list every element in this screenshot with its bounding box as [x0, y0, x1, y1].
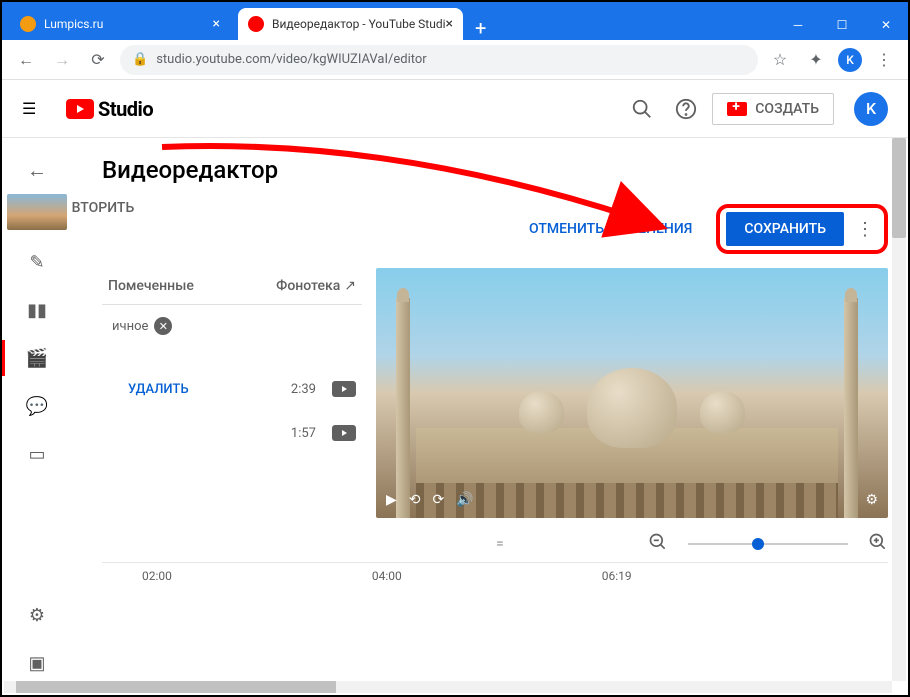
more-icon[interactable]: ⋮ [852, 219, 878, 240]
sidebar: ← ✎ ▮▮ 🎬 💬 ▭ ⚙ ▣ [2, 138, 72, 685]
video-thumbnail[interactable] [7, 194, 67, 230]
actions-row: ОТМЕНИТЬ ИЗМЕНЕНИЯ СОХРАНИТЬ ⋮ [102, 204, 888, 254]
video-preview[interactable]: ▶ ⟲ ⟳ 🔊 ⚙ [376, 268, 888, 518]
account-avatar[interactable]: K [854, 92, 888, 126]
studio-header: ☰ Studio СОЗДАТЬ K [2, 80, 908, 138]
delete-button[interactable]: УДАЛИТЬ [128, 382, 189, 397]
tab-marked[interactable]: Помеченные [102, 268, 200, 304]
zoom-in-icon[interactable] [868, 532, 888, 556]
save-button[interactable]: СОХРАНИТЬ [726, 212, 844, 246]
horizontal-scrollbar[interactable] [4, 681, 892, 693]
external-icon: ↗ [344, 278, 356, 294]
browser-tab-1[interactable]: Lumpics.ru × [10, 8, 230, 40]
logo-text: Studio [98, 97, 153, 121]
reload-button[interactable]: ⟳ [84, 46, 112, 74]
time-mark: 06:19 [602, 569, 632, 583]
tab-library[interactable]: Фонотека ↗ [270, 268, 362, 304]
subtitles-icon[interactable]: ▭ [13, 432, 61, 476]
favicon-icon [20, 16, 36, 32]
settings-icon[interactable]: ⚙ [865, 492, 878, 508]
page-title: Видеоредактор [102, 148, 888, 204]
tab-title: Видеоредактор - YouTube Studi [272, 17, 446, 31]
tab-title: Lumpics.ru [44, 17, 103, 31]
play-icon[interactable] [332, 425, 356, 441]
drag-handle-icon[interactable]: = [496, 536, 506, 552]
settings-icon[interactable]: ⚙ [13, 593, 61, 637]
track-row: УДАЛИТЬ 2:39 [102, 367, 362, 411]
new-tab-button[interactable]: + [463, 16, 498, 40]
menu-icon[interactable]: ⋮ [870, 46, 898, 74]
close-icon[interactable]: × [213, 16, 220, 32]
search-icon[interactable] [624, 91, 660, 127]
filter-chip[interactable]: ичное ✕ [102, 313, 180, 339]
profile-avatar[interactable]: K [838, 48, 862, 72]
save-highlight: СОХРАНИТЬ ⋮ [716, 204, 888, 254]
zoom-out-icon[interactable] [648, 532, 668, 556]
remove-chip-icon[interactable]: ✕ [154, 317, 172, 335]
comments-icon[interactable]: 💬 [13, 384, 61, 428]
address-bar: ← → ⟳ 🔒 studio.youtube.com/video/kgWIUZI… [2, 40, 908, 80]
tracks-column: Помеченные Фонотека ↗ ичное ✕ УДАЛИТЬ 2:… [102, 268, 362, 562]
chip-label: ичное [112, 319, 148, 334]
play-icon[interactable] [332, 381, 356, 397]
content: Видеоредактор ОВТОРИТЬ ОТМЕНИТЬ ИЗМЕНЕНИ… [72, 138, 908, 685]
help-icon[interactable] [668, 91, 704, 127]
back-button[interactable]: ← [12, 46, 40, 74]
hamburger-icon[interactable]: ☰ [22, 99, 46, 118]
browser-tab-2[interactable]: Видеоредактор - YouTube Studi × [238, 8, 463, 40]
analytics-icon[interactable]: ▮▮ [13, 288, 61, 332]
track-duration: 1:57 [291, 426, 316, 441]
forward-button[interactable]: → [48, 46, 76, 74]
time-mark: 02:00 [142, 569, 172, 583]
editor-icon[interactable]: 🎬 [13, 336, 61, 380]
minimize-button[interactable]: ─ [776, 10, 820, 40]
maximize-button[interactable]: ☐ [820, 10, 864, 40]
volume-icon[interactable]: 🔊 [456, 492, 473, 508]
create-icon [727, 102, 747, 116]
create-button[interactable]: СОЗДАТЬ [712, 93, 834, 125]
extensions-icon[interactable]: ✦ [802, 46, 830, 74]
feedback-icon[interactable]: ▣ [13, 641, 61, 685]
track-duration: 2:39 [291, 382, 316, 397]
rewind-icon[interactable]: ⟲ [409, 492, 421, 508]
timeline-controls: = [376, 518, 888, 562]
vertical-scrollbar[interactable] [892, 138, 906, 681]
back-arrow[interactable]: ← [17, 150, 57, 190]
youtube-icon [66, 99, 94, 119]
url-field[interactable]: 🔒 studio.youtube.com/video/kgWIUZIAVaI/e… [120, 45, 758, 75]
time-mark: 04:00 [372, 569, 402, 583]
studio-logo[interactable]: Studio [66, 97, 153, 121]
forward-icon[interactable]: ⟳ [433, 492, 445, 508]
discard-button[interactable]: ОТМЕНИТЬ ИЗМЕНЕНИЯ [517, 213, 704, 245]
close-icon[interactable]: × [446, 16, 453, 32]
window-titlebar: Lumpics.ru × Видеоредактор - YouTube Stu… [2, 2, 908, 40]
replay-button[interactable]: ОВТОРИТЬ [72, 200, 134, 216]
timeline-ruler: 02:00 04:00 06:19 [102, 562, 888, 583]
zoom-slider[interactable] [688, 543, 848, 545]
star-icon[interactable]: ☆ [766, 46, 794, 74]
preview-column: ▶ ⟲ ⟳ 🔊 ⚙ = [376, 268, 888, 562]
track-row: 1:57 [102, 411, 362, 455]
url-text: studio.youtube.com/video/kgWIUZIAVaI/edi… [156, 52, 427, 67]
main-area: ← ✎ ▮▮ 🎬 💬 ▭ ⚙ ▣ Видеоредактор ОВТОРИТЬ … [2, 138, 908, 685]
favicon-icon [248, 16, 264, 32]
close-window-button[interactable]: ✕ [864, 10, 908, 40]
lock-icon: 🔒 [132, 52, 148, 67]
create-label: СОЗДАТЬ [755, 101, 819, 117]
play-icon[interactable]: ▶ [386, 492, 397, 508]
edit-icon[interactable]: ✎ [13, 240, 61, 284]
